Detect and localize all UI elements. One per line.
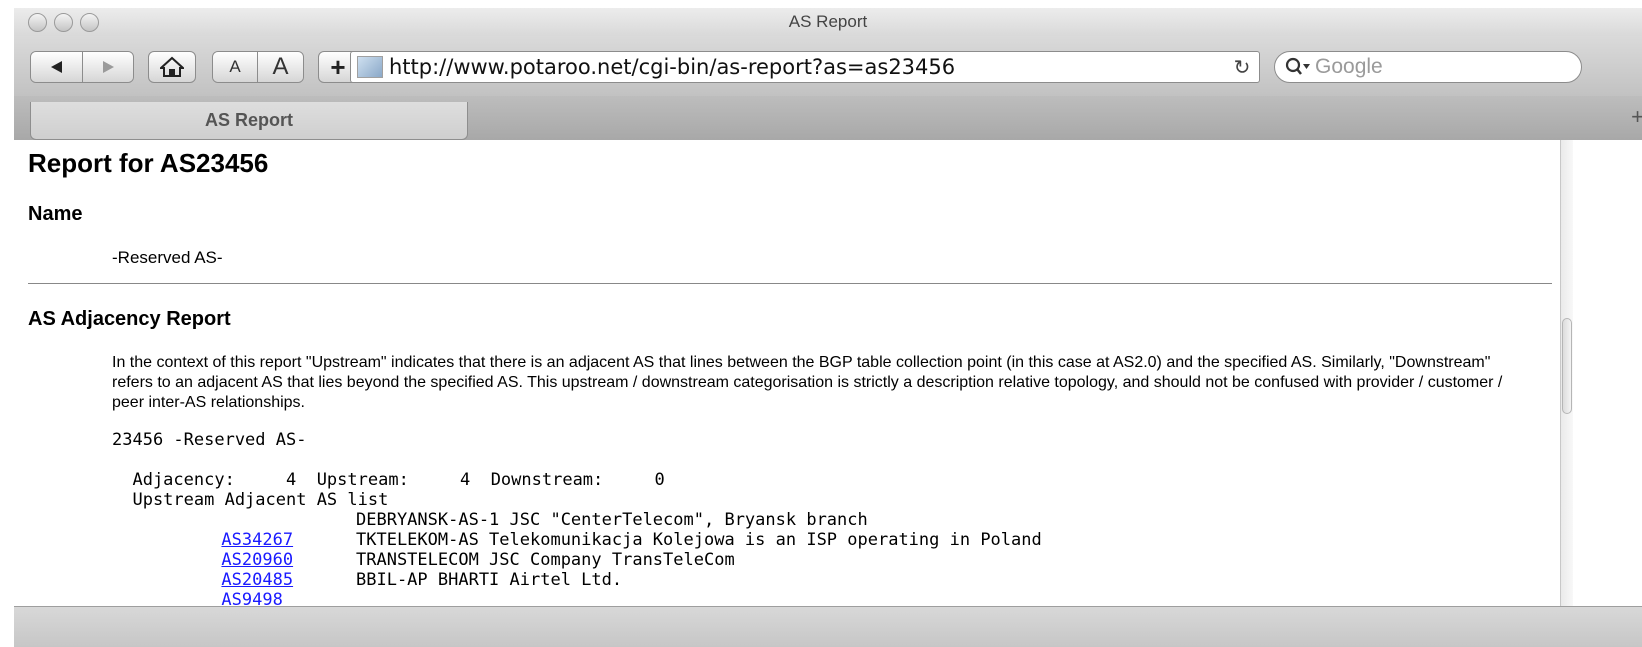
home-button[interactable] [148, 51, 196, 83]
upstream-desc: TKTELEKOM-AS Telekomunikacja Kolejowa is… [356, 530, 1042, 550]
browser-window: AS Report A A + http://www.potaroo.net/c… [14, 8, 1642, 647]
adjacency-counts: Adjacency: 4 Upstream: 4 Downstream: 0 [112, 470, 665, 490]
home-icon [160, 56, 184, 77]
title-bar: AS Report [14, 8, 1642, 36]
back-arrow-icon [51, 61, 63, 73]
back-forward-control [30, 51, 134, 83]
search-icon [1285, 57, 1310, 75]
name-heading: Name [28, 203, 83, 225]
back-button[interactable] [31, 52, 82, 82]
upstream-desc: TRANSTELECOM JSC Company TransTeleCom [356, 550, 735, 570]
tab-bar: AS Report + [14, 96, 1642, 140]
scrollbar-thumb[interactable] [1562, 318, 1572, 414]
upstream-desc: BBIL-AP BHARTI Airtel Ltd. [356, 570, 623, 590]
favicon-icon [357, 56, 383, 78]
address-bar[interactable]: http://www.potaroo.net/cgi-bin/as-report… [350, 51, 1260, 83]
as-line: 23456 -Reserved AS- [112, 430, 307, 450]
adjacency-heading: AS Adjacency Report [28, 308, 231, 330]
page-title: Report for AS23456 [28, 148, 269, 178]
toolbar: A A + http://www.potaroo.net/cgi-bin/as-… [14, 36, 1642, 96]
text-bigger-button[interactable]: A [257, 52, 303, 82]
text-smaller-button[interactable]: A [213, 52, 258, 82]
plus-icon: + [330, 51, 346, 82]
reload-icon[interactable]: ↻ [1225, 55, 1259, 80]
divider [28, 283, 1552, 284]
as-link[interactable]: AS9498 [221, 590, 282, 606]
window-title: AS Report [788, 12, 868, 31]
text-size-control: A A [212, 51, 304, 83]
search-placeholder: Google [1315, 55, 1383, 78]
forward-arrow-icon [102, 61, 114, 73]
upstream-list-heading: Upstream Adjacent AS list [112, 490, 389, 510]
adjacency-description: In the context of this report "Upstream"… [112, 354, 1503, 411]
status-bar [14, 606, 1642, 647]
search-field[interactable]: Google [1274, 51, 1582, 83]
upstream-desc: DEBRYANSK-AS-1 JSC "CenterTelecom", Brya… [356, 510, 868, 530]
forward-button[interactable] [81, 52, 133, 82]
tab-as-report[interactable]: AS Report [30, 102, 468, 140]
upstream-row: AS9498 [160, 570, 282, 606]
url-text[interactable]: http://www.potaroo.net/cgi-bin/as-report… [389, 55, 1225, 79]
vertical-scrollbar[interactable] [1560, 140, 1573, 606]
new-tab-icon[interactable]: + [1631, 104, 1642, 130]
name-value: -Reserved AS- [112, 248, 223, 267]
page-content: Report for AS23456 Name -Reserved AS- AS… [14, 140, 1560, 606]
